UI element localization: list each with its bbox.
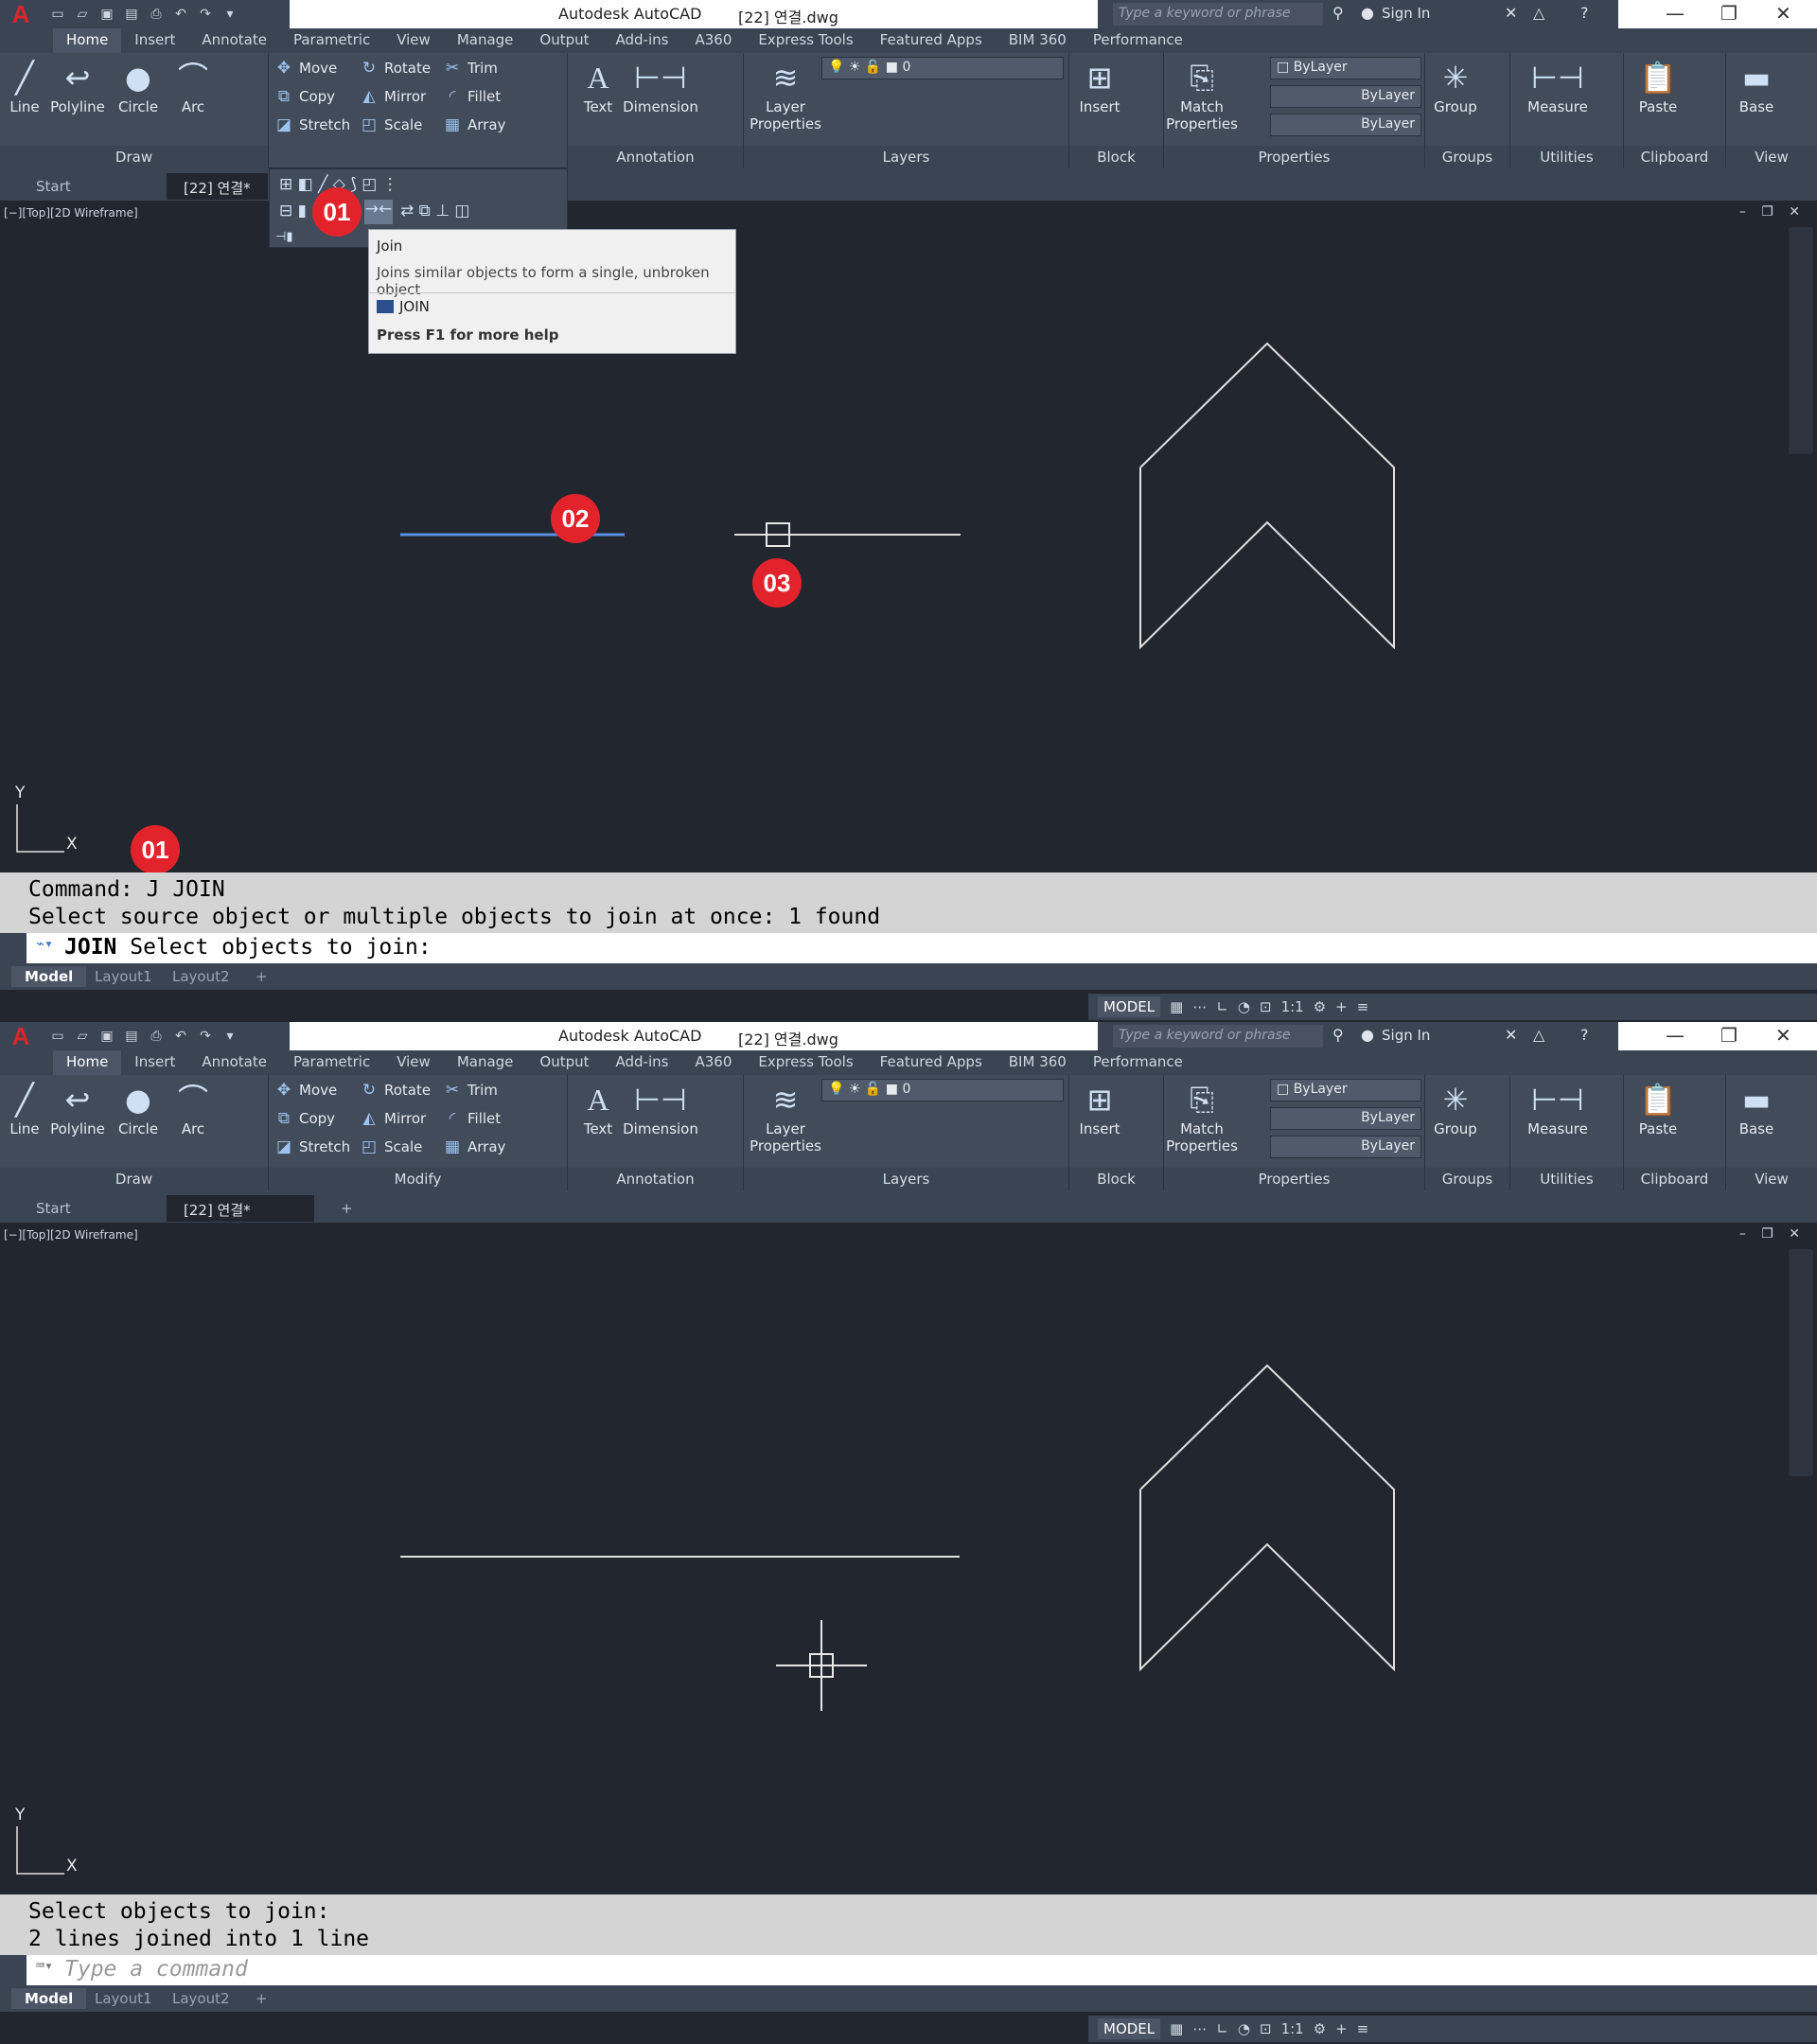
status-tools: MODEL ▦ ⋯ ∟ ◔ ⊡ 1:1 ⚙ + ≡ [1088,994,1817,1020]
plus-icon[interactable]: + [1335,998,1348,1015]
screenshot-before-join: A ▭ ▱ ▣ ▤ ⎙ ↶ ↷ ▾ Autodesk AutoCAD [22] … [0,0,1817,1022]
history-line-2: 2 lines joined into 1 line [28,1927,370,1951]
ucs-x-label: X [66,1857,78,1876]
annotation-scale[interactable]: 1:1 [1281,998,1304,1015]
menu-icon[interactable]: ≡ [1357,998,1369,1015]
history-line-1: Select objects to join: [28,1899,330,1924]
command-chevron-icon: ⌁▾ [36,935,54,952]
ortho-icon[interactable]: ∟ [1216,2020,1228,2037]
history-line-2: Select source object or multiple objects… [28,905,881,929]
step-badge-01-command: 01 [131,825,180,874]
layout-tabs: Model Layout1 Layout2 + [0,1985,1817,2012]
command-line[interactable]: ⌁▾ JOIN Select objects to join: [26,933,1817,963]
step-badge-01: 01 [312,187,362,237]
command-prompt: Select objects to join: [130,935,432,960]
add-layout-icon[interactable]: + [242,966,281,987]
layout-tabs: Model Layout1 Layout2 + [0,963,1817,990]
model-space-button[interactable]: MODEL [1098,996,1161,1017]
add-layout-icon[interactable]: + [242,1988,281,2009]
step-badge-03: 03 [752,558,802,608]
drawing-canvas-1[interactable] [0,0,1817,1022]
snap-icon[interactable]: ⋯ [1192,2020,1207,2037]
screenshot-after-join: A ▭ ▱ ▣ ▤ ⎙ ↶ ↷ ▾ Autodesk AutoCAD [22] … [0,1022,1817,2044]
status-bar: MODEL ▦ ⋯ ∟ ◔ ⊡ 1:1 ⚙ + ≡ [0,2012,1817,2042]
ucs-x-label: X [66,835,78,854]
grid-icon[interactable]: ▦ [1170,2020,1183,2037]
command-name: JOIN [64,935,117,960]
settings-icon[interactable]: ⚙ [1314,998,1326,1015]
status-bar: MODEL ▦ ⋯ ∟ ◔ ⊡ 1:1 ⚙ + ≡ [0,990,1817,1020]
annotation-scale[interactable]: 1:1 [1281,2020,1304,2037]
command-input-placeholder[interactable]: Type a command [64,1957,248,1982]
chevron-shape[interactable] [1139,1364,1395,1672]
polar-icon[interactable]: ◔ [1238,2020,1250,2037]
status-tools: MODEL ▦ ⋯ ∟ ◔ ⊡ 1:1 ⚙ + ≡ [1088,2016,1817,2042]
model-tab[interactable]: Model [11,966,87,987]
osnap-icon[interactable]: ⊡ [1260,2020,1272,2037]
command-history: Select objects to join: 2 lines joined i… [0,1894,1817,1955]
history-line-1: Command: J JOIN [28,877,225,902]
drawing-canvas-2[interactable] [0,1022,1817,2044]
ortho-icon[interactable]: ∟ [1216,998,1228,1015]
model-tab[interactable]: Model [11,1988,87,2009]
ucs-icon [16,1826,64,1875]
step-badge-02: 02 [551,494,600,543]
ucs-y-label: Y [15,784,26,802]
model-space-button[interactable]: MODEL [1098,2018,1161,2039]
layout2-tab[interactable]: Layout2 [159,1988,243,2009]
command-chevron-icon: ⌨▾ [36,1957,54,1974]
layout1-tab[interactable]: Layout1 [81,1988,166,2009]
ucs-icon [16,804,64,853]
plus-icon[interactable]: + [1335,2020,1348,2037]
layout2-tab[interactable]: Layout2 [159,966,243,987]
snap-icon[interactable]: ⋯ [1192,998,1207,1015]
polar-icon[interactable]: ◔ [1238,998,1250,1015]
command-history: Command: J JOIN Select source object or … [0,872,1817,933]
command-line[interactable]: ⌨▾ Type a command [26,1955,1817,1985]
settings-icon[interactable]: ⚙ [1314,2020,1326,2037]
layout1-tab[interactable]: Layout1 [81,966,166,987]
grid-icon[interactable]: ▦ [1170,998,1183,1015]
ucs-y-label: Y [15,1806,26,1824]
menu-icon[interactable]: ≡ [1357,2020,1369,2037]
chevron-shape[interactable] [1139,342,1395,650]
osnap-icon[interactable]: ⊡ [1260,998,1272,1015]
